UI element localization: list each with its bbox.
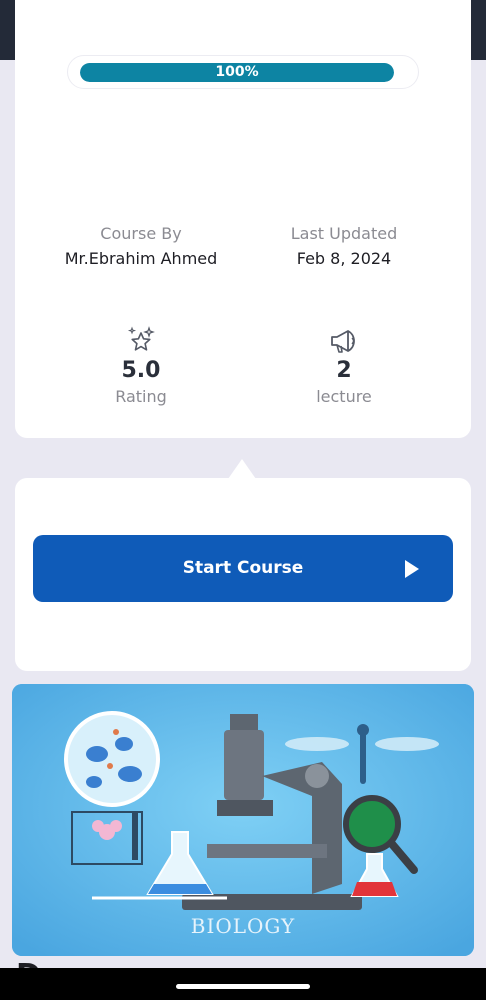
last-updated-label: Last Updated bbox=[290, 224, 398, 243]
course-by: Course By Mr.Ebrahim Ahmed bbox=[41, 224, 241, 268]
last-updated: Last Updated Feb 8, 2024 bbox=[244, 224, 444, 268]
last-updated-value: Feb 8, 2024 bbox=[296, 249, 392, 268]
progress-label: 100% bbox=[215, 64, 259, 80]
rating-stat: 5.0 Rating bbox=[71, 326, 211, 406]
course-summary-card: 100% Course By Mr.Ebrahim Ahmed Last Upd… bbox=[15, 0, 471, 438]
play-icon bbox=[405, 560, 419, 578]
sparkle-star-icon bbox=[127, 326, 155, 351]
card-pointer bbox=[228, 459, 256, 479]
rating-value: 5.0 bbox=[121, 358, 161, 383]
megaphone-icon bbox=[331, 330, 355, 353]
course-by-label: Course By bbox=[100, 224, 182, 243]
start-course-button[interactable]: Start Course bbox=[33, 535, 453, 602]
actions-card: Start Course bbox=[15, 478, 471, 671]
home-indicator[interactable] bbox=[176, 984, 310, 989]
course-banner-image: BIOLOGY bbox=[12, 684, 474, 956]
progress-bar: 100% bbox=[80, 63, 394, 82]
lecture-stat: 2 lecture bbox=[274, 326, 414, 406]
start-course-label: Start Course bbox=[182, 558, 304, 578]
lecture-label: lecture bbox=[316, 387, 372, 406]
rating-label: Rating bbox=[115, 387, 167, 406]
banner-label: BIOLOGY bbox=[190, 914, 296, 938]
progress-container: 100% bbox=[67, 55, 419, 89]
course-by-value: Mr.Ebrahim Ahmed bbox=[64, 249, 218, 268]
lecture-value: 2 bbox=[336, 358, 352, 383]
